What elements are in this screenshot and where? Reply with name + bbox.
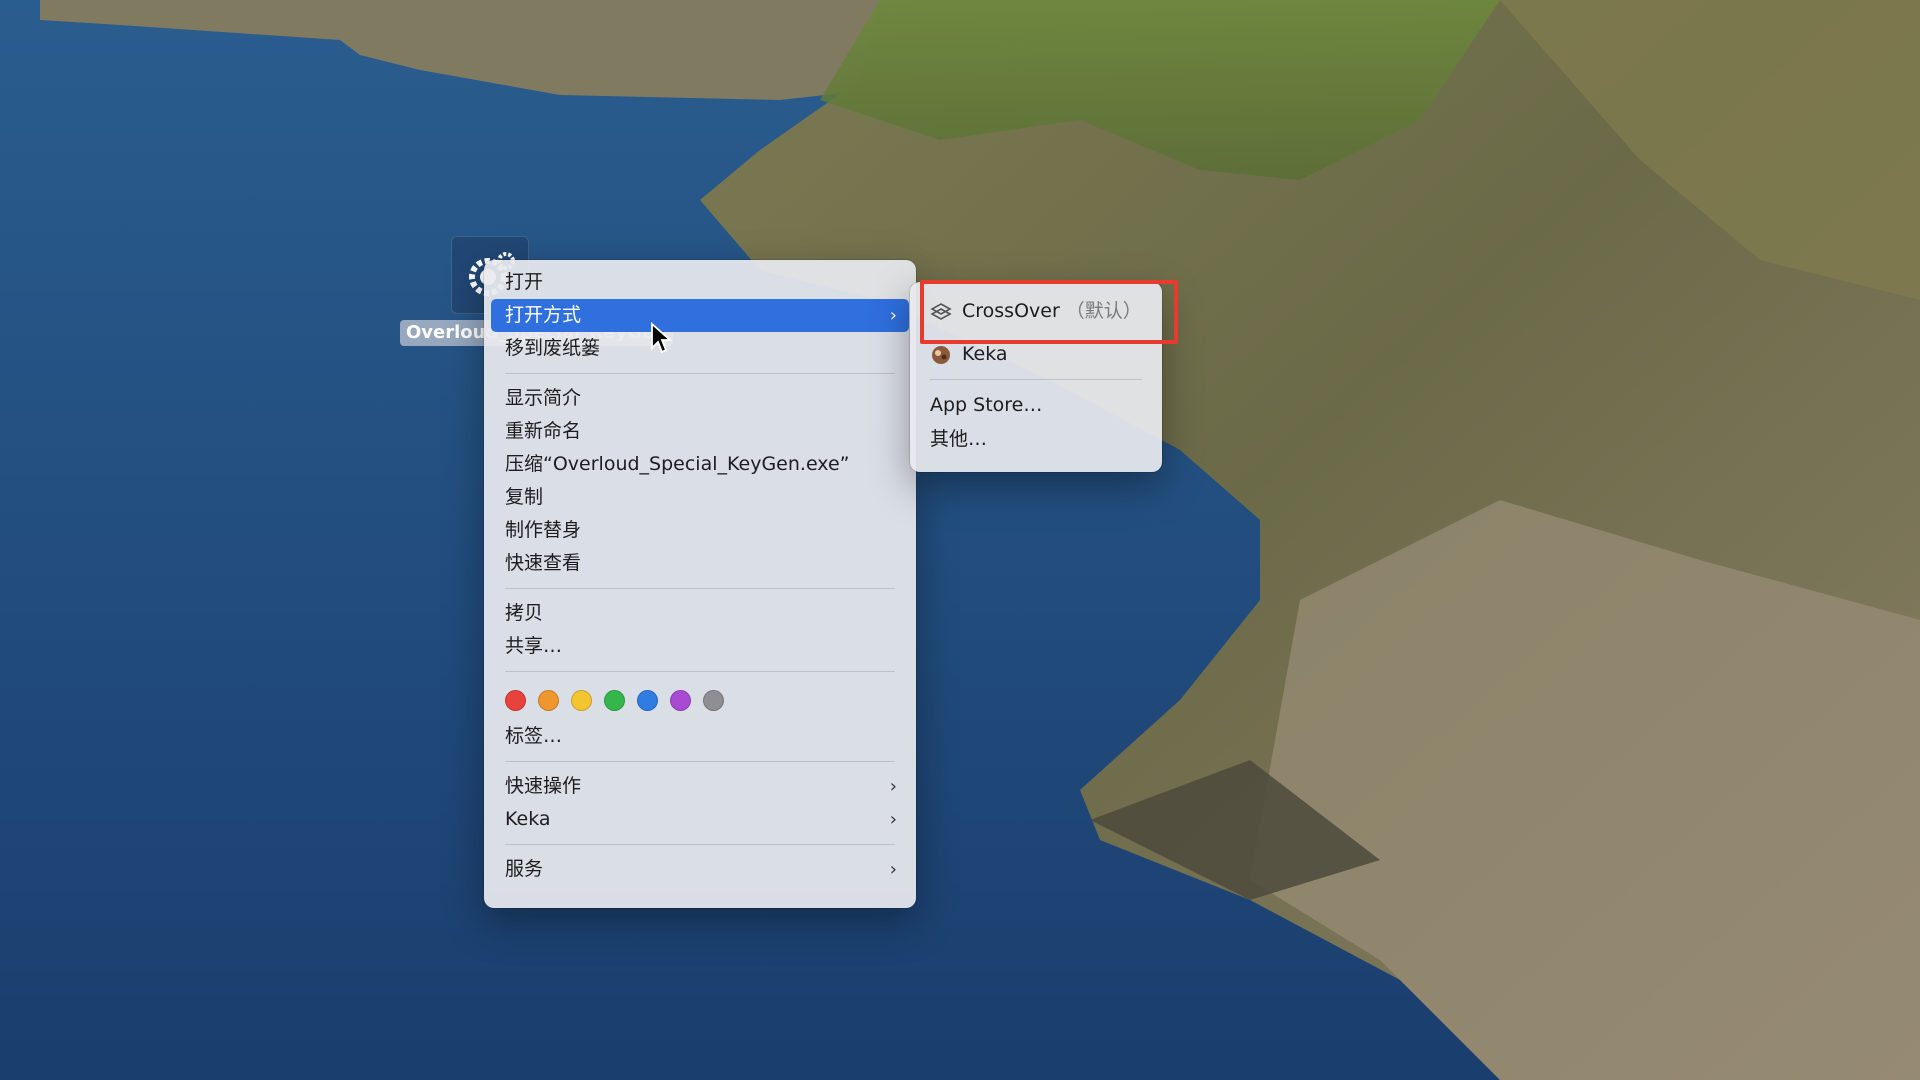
menu-item-label: 拷贝 [505,602,544,624]
menu-item-label: 打开方式 [505,304,582,326]
tag-blue-dot[interactable] [637,689,658,711]
desktop-wallpaper [0,0,1920,1080]
menu-item-label: 重新命名 [505,420,582,442]
app-store-label: App Store… [930,394,1043,416]
keka-icon [930,343,952,365]
menu-separator [930,379,1142,380]
menu-item-label: 服务 [505,858,544,880]
chevron-right-icon: › [889,776,897,797]
menu-separator [505,373,895,374]
menu-item-label: 快速查看 [505,552,582,574]
menu-item-label: Keka [505,808,551,830]
other-label: 其他… [930,428,988,450]
menu-item-open[interactable]: 打开 [491,266,909,299]
tag-yellow-dot[interactable] [571,689,592,711]
menu-item-keka[interactable]: Keka › [491,803,909,836]
menu-separator [505,671,895,672]
menu-item-label: 快速操作 [505,775,582,797]
chevron-right-icon: › [889,859,897,880]
annotation-highlight-box [920,280,1178,344]
menu-item-rename[interactable]: 重新命名 [491,415,909,448]
menu-item-get-info[interactable]: 显示简介 [491,382,909,415]
tag-color-row [484,680,916,720]
menu-item-label: 共享… [505,635,563,657]
tag-red-dot[interactable] [505,689,526,711]
chevron-right-icon: › [889,305,897,326]
menu-item-label: 压缩“Overloud_Special_KeyGen.exe” [505,453,850,475]
menu-item-label: 打开 [505,271,544,293]
submenu-item-other[interactable]: 其他… [910,422,1162,456]
menu-item-label: 显示简介 [505,387,582,409]
tag-gray-dot[interactable] [703,689,724,711]
menu-item-quick-actions[interactable]: 快速操作 › [491,770,909,803]
menu-item-label: 标签… [505,725,563,747]
menu-item-move-to-trash[interactable]: 移到废纸篓 [491,332,909,365]
menu-separator [505,844,895,845]
menu-item-open-with[interactable]: 打开方式 › [491,299,909,332]
menu-item-label: 制作替身 [505,519,582,541]
menu-item-tags[interactable]: 标签… [491,720,909,753]
tag-green-dot[interactable] [604,689,625,711]
menu-item-make-alias[interactable]: 制作替身 [491,514,909,547]
submenu-item-app-store[interactable]: App Store… [910,388,1162,422]
menu-separator [505,588,895,589]
menu-separator [505,761,895,762]
tag-purple-dot[interactable] [670,689,691,711]
menu-item-copy[interactable]: 拷贝 [491,597,909,630]
chevron-right-icon: › [889,809,897,830]
context-menu: 打开 打开方式 › 移到废纸篓 显示简介 重新命名 压缩“Overloud_Spe… [484,260,916,908]
menu-item-services[interactable]: 服务 › [491,853,909,886]
menu-item-label: 复制 [505,486,544,508]
mouse-pointer-icon [650,321,673,354]
menu-item-compress[interactable]: 压缩“Overloud_Special_KeyGen.exe” [491,448,909,481]
menu-item-quick-look[interactable]: 快速查看 [491,547,909,580]
menu-item-label: 移到废纸篓 [505,337,601,359]
menu-item-share[interactable]: 共享… [491,630,909,663]
menu-item-duplicate[interactable]: 复制 [491,481,909,514]
tag-orange-dot[interactable] [538,689,559,711]
